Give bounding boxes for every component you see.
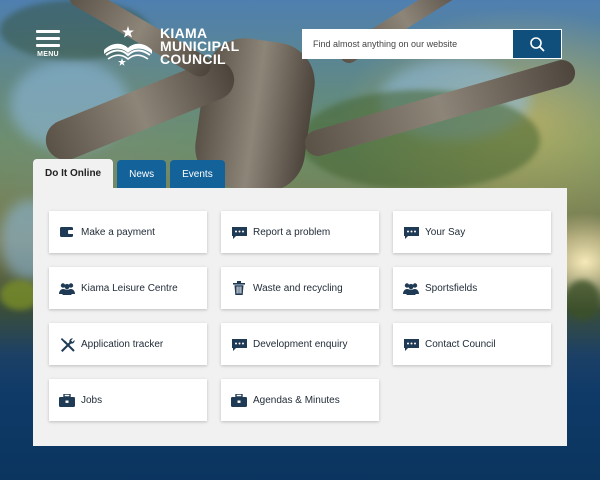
tile-report-a-problem[interactable]: Report a problem xyxy=(221,211,379,253)
chat-icon xyxy=(231,336,247,352)
people-icon xyxy=(403,280,419,296)
do-it-online-panel: Make a payment Report a problem Your Say… xyxy=(33,188,567,446)
menu-label: MENU xyxy=(37,51,59,58)
logo-line-3: COUNCIL xyxy=(160,50,226,67)
tile-label: Agendas & Minutes xyxy=(253,394,340,406)
tile-development-enquiry[interactable]: Development enquiry xyxy=(221,323,379,365)
tile-label: Your Say xyxy=(425,226,466,238)
tile-label: Waste and recycling xyxy=(253,282,343,294)
tile-label: Development enquiry xyxy=(253,338,348,350)
tile-make-a-payment[interactable]: Make a payment xyxy=(49,211,207,253)
search-icon xyxy=(530,37,545,52)
search-button[interactable] xyxy=(513,30,561,58)
tile-label: Make a payment xyxy=(81,226,155,238)
hamburger-icon xyxy=(36,30,60,47)
tile-label: Sportsfields xyxy=(425,282,478,294)
tile-application-tracker[interactable]: Application tracker xyxy=(49,323,207,365)
tile-waste-and-recycling[interactable]: Waste and recycling xyxy=(221,267,379,309)
tab-news[interactable]: News xyxy=(117,160,167,188)
tile-jobs[interactable]: Jobs xyxy=(49,379,207,421)
search-input[interactable] xyxy=(303,30,513,58)
briefcase-icon xyxy=(231,392,247,408)
tile-label: Contact Council xyxy=(425,338,496,350)
briefcase-icon xyxy=(59,392,75,408)
tools-icon xyxy=(59,336,75,352)
tab-events[interactable]: Events xyxy=(170,160,225,188)
tile-your-say[interactable]: Your Say xyxy=(393,211,551,253)
council-logo[interactable]: KIAMA MUNICIPAL COUNCIL xyxy=(102,24,239,68)
tile-agendas-and-minutes[interactable]: Agendas & Minutes xyxy=(221,379,379,421)
chat-icon xyxy=(231,224,247,240)
people-icon xyxy=(59,280,75,296)
tile-label: Jobs xyxy=(81,394,103,406)
tile-sportsfields[interactable]: Sportsfields xyxy=(393,267,551,309)
council-crest-icon xyxy=(104,26,152,66)
tile-label: Report a problem xyxy=(253,226,331,238)
tile-label: Kiama Leisure Centre xyxy=(81,282,178,294)
tile-contact-council[interactable]: Contact Council xyxy=(393,323,551,365)
tab-bar: Do It Online News Events xyxy=(33,159,229,188)
tile-kiama-leisure-centre[interactable]: Kiama Leisure Centre xyxy=(49,267,207,309)
wallet-icon xyxy=(59,224,75,240)
search-bar xyxy=(302,29,562,59)
menu-button[interactable]: MENU xyxy=(36,30,60,58)
chat-icon xyxy=(403,336,419,352)
tab-do-it-online[interactable]: Do It Online xyxy=(33,159,114,188)
trash-icon xyxy=(231,280,247,296)
tile-label: Application tracker xyxy=(81,338,164,350)
chat-icon xyxy=(403,224,419,240)
